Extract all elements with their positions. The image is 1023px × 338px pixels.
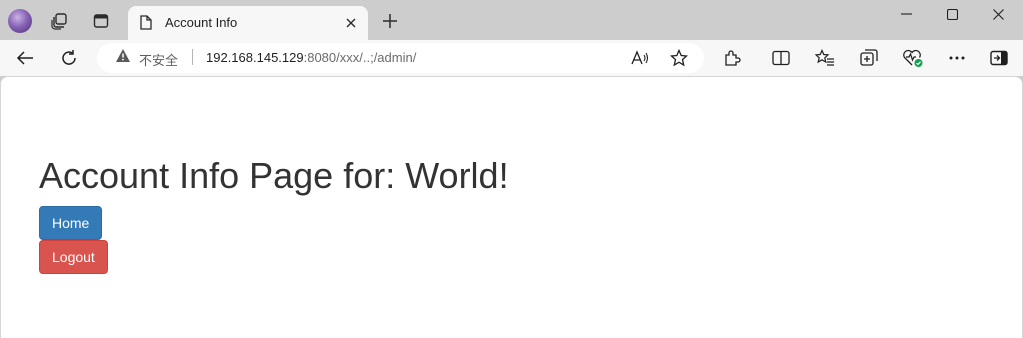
- url-host: 192.168.145.129: [206, 50, 304, 65]
- tab-title: Account Info: [165, 15, 238, 30]
- logout-button[interactable]: Logout: [39, 240, 108, 274]
- extensions-icon[interactable]: [718, 44, 746, 72]
- collections-icon[interactable]: [855, 44, 883, 72]
- active-tab[interactable]: Account Info: [128, 6, 368, 40]
- page-viewport: [0, 76, 1023, 338]
- favorite-star-icon[interactable]: [665, 44, 693, 72]
- url-rest: :8080/xxx/..;/admin/: [303, 50, 417, 65]
- tab-actions-icon[interactable]: [88, 8, 114, 34]
- sidebar-icon[interactable]: [985, 44, 1013, 72]
- browser-essentials-icon[interactable]: [899, 44, 927, 72]
- back-icon[interactable]: [11, 44, 39, 72]
- refresh-icon[interactable]: [55, 44, 83, 72]
- url-text[interactable]: 192.168.145.129:8080/xxx/..;/admin/: [206, 50, 416, 65]
- favorites-icon[interactable]: [811, 44, 839, 72]
- home-button[interactable]: Home: [39, 206, 103, 240]
- window-close-icon[interactable]: [975, 0, 1021, 28]
- page-icon: [140, 15, 152, 30]
- page-title: Account Info Page for: World!: [39, 155, 509, 196]
- read-aloud-icon[interactable]: [626, 44, 654, 72]
- title-bar: Account Info: [0, 0, 1023, 40]
- split-screen-icon[interactable]: [767, 44, 795, 72]
- security-status[interactable]: 不安全: [139, 50, 178, 69]
- new-tab-icon[interactable]: [377, 8, 403, 34]
- address-separator: [192, 49, 193, 65]
- more-icon[interactable]: [943, 44, 971, 72]
- close-icon[interactable]: [342, 14, 360, 32]
- maximize-icon[interactable]: [929, 0, 975, 28]
- warning-icon[interactable]: [115, 48, 131, 63]
- workspaces-icon[interactable]: [46, 8, 72, 34]
- profile-avatar[interactable]: [8, 9, 32, 33]
- minimize-icon[interactable]: [883, 0, 929, 28]
